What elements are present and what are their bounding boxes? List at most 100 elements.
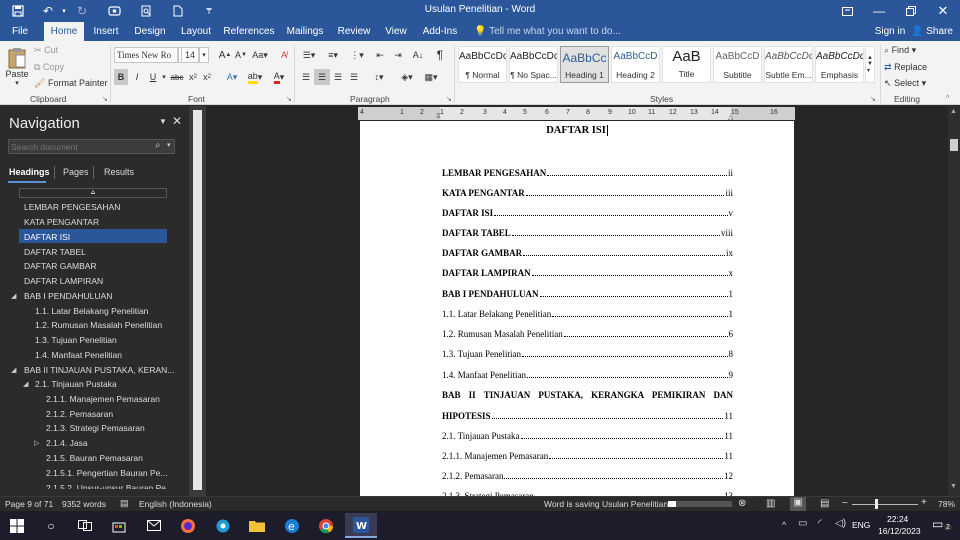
nav-search-input[interactable] <box>11 141 151 152</box>
tab-view[interactable]: View <box>380 22 412 41</box>
toc-entry[interactable]: HIPOTESIS 11 <box>442 411 733 421</box>
tell-me-box[interactable]: 💡 Tell me what you want to do... <box>472 22 622 41</box>
customize-qat-icon[interactable]: ₸ <box>202 0 216 22</box>
underline-button[interactable]: U <box>146 69 160 85</box>
save-icon[interactable] <box>8 0 28 22</box>
toc-entry[interactable]: 1.1. Latar Belakang Penelitian 1 <box>442 309 733 319</box>
store-icon[interactable] <box>108 515 130 536</box>
style-heading-2[interactable]: AaBbCcD Heading 2 <box>611 46 660 83</box>
nav-close-icon[interactable]: ✕ <box>172 114 182 128</box>
scrollbar-thumb[interactable] <box>950 139 958 151</box>
nav-heading-item[interactable]: 1.2. Rumusan Masalah Penelitian <box>35 320 162 330</box>
toc-entry[interactable]: BAB I PENDAHULUAN 1 <box>442 289 733 299</box>
undo-icon[interactable]: ↶ <box>38 0 58 22</box>
toc-entry[interactable]: DAFTAR TABEL viii <box>442 228 733 238</box>
nav-heading-item[interactable]: BAB I PENDAHULUAN <box>24 291 112 301</box>
nav-heading-item[interactable]: 2.1.3. Strategi Pemasaran <box>46 423 145 433</box>
proofing-icon[interactable]: ▤ <box>120 498 129 509</box>
toc-entry[interactable]: 2.1.1. Manajemen Pemasaran 11 <box>442 451 733 461</box>
align-center-icon[interactable]: ☰ <box>314 69 330 85</box>
tab-home[interactable]: Home <box>44 22 84 41</box>
scroll-down-icon[interactable]: ▼ <box>950 483 957 490</box>
nav-tab-pages[interactable]: Pages <box>63 167 89 177</box>
paste-button[interactable]: Paste ▾ <box>4 45 30 89</box>
nav-tab-results[interactable]: Results <box>104 167 134 177</box>
redo-icon[interactable]: ↻ <box>72 0 92 22</box>
multilevel-list-icon[interactable]: ⋮▾ <box>346 47 368 63</box>
toc-entry[interactable]: DAFTAR ISI v <box>442 208 733 218</box>
nav-heading-item[interactable]: 2.1.5.2. Unsur-unsur Bauran Pe... <box>46 483 173 489</box>
clock-time[interactable]: 22:24 <box>887 514 908 524</box>
superscript-button[interactable]: x2 <box>200 69 214 85</box>
web-layout-icon[interactable]: ▤ <box>820 498 829 509</box>
file-explorer-icon[interactable] <box>246 515 268 536</box>
select-button[interactable]: ↖ Select ▾ <box>884 76 926 90</box>
toc-entry[interactable]: 2.1.2. Pemasaran 12 <box>442 471 733 481</box>
undo-dropdown-icon[interactable]: ▾ <box>58 0 70 22</box>
nav-heading-item[interactable]: 2.1. Tinjauan Pustaka <box>35 379 117 389</box>
notification-icon[interactable]: ▭ <box>932 517 943 531</box>
find-button[interactable]: ⌕ Find ▾ <box>884 43 916 57</box>
nav-heading-item[interactable]: BAB II TINJAUAN PUSTAKA, KERAN... <box>24 365 174 375</box>
nav-heading-item[interactable]: 1.1. Latar Belakang Penelitian <box>35 306 148 316</box>
tab-layout[interactable]: Layout <box>176 22 216 41</box>
copy-button[interactable]: ⧉ Copy <box>34 60 64 74</box>
sign-in-link[interactable]: Sign in <box>870 22 910 41</box>
tab-references[interactable]: References <box>222 22 276 41</box>
replace-button[interactable]: ⇄ Replace <box>884 60 927 74</box>
tab-insert[interactable]: Insert <box>88 22 124 41</box>
paragraph-launcher-icon[interactable]: ↘ <box>446 95 452 103</box>
line-spacing-icon[interactable]: ↕▾ <box>368 69 390 85</box>
underline-dropdown-icon[interactable]: ▾ <box>160 69 168 85</box>
task-view-icon[interactable] <box>74 515 96 536</box>
zoom-out-icon[interactable]: − <box>842 498 848 509</box>
clear-formatting-icon[interactable]: A̸ <box>276 47 292 63</box>
battery-icon[interactable]: ▭ <box>798 518 807 529</box>
search-icon[interactable]: ⌕ <box>155 140 161 151</box>
tab-review[interactable]: Review <box>334 22 374 41</box>
font-color-icon[interactable]: A ▾ <box>268 69 290 85</box>
nav-heading-item[interactable]: DAFTAR GAMBAR <box>24 261 97 271</box>
nav-heading-item[interactable]: KATA PENGANTAR <box>24 217 99 227</box>
search-dropdown-icon[interactable]: ▾ <box>167 141 171 149</box>
tab-design[interactable]: Design <box>130 22 170 41</box>
nav-heading-item[interactable]: 2.1.2. Pemasaran <box>46 409 113 419</box>
subscript-button[interactable]: x2 <box>186 69 200 85</box>
toc-entry[interactable]: 1.3. Tujuan Penelitian 8 <box>442 349 733 359</box>
styles-gallery-scroll[interactable]: ▲ ▼ ▾ <box>865 46 875 83</box>
word-count[interactable]: 9352 words <box>62 499 106 509</box>
borders-icon[interactable]: ▦▾ <box>420 69 442 85</box>
horizontal-ruler[interactable]: 4 1 2 1 2 3 4 5 6 7 8 9 10 11 12 13 14 15 16 ⧖ △ <box>358 107 795 121</box>
paste-dropdown-icon[interactable]: ▾ <box>15 79 19 87</box>
language-indicator[interactable]: English (Indonesia) <box>139 499 212 509</box>
mail-icon[interactable] <box>143 515 165 536</box>
italic-button[interactable]: I <box>130 69 144 85</box>
zoom-slider-track[interactable] <box>852 504 918 505</box>
toc-entry[interactable]: LEMBAR PENGESAHAN ii <box>442 168 733 178</box>
font-name-box[interactable]: Times New Ro <box>114 47 178 63</box>
nav-heading-item-selected[interactable]: DAFTAR ISI <box>24 232 70 242</box>
grow-font-icon[interactable]: A ▲ <box>218 47 232 63</box>
tab-add-ins[interactable]: Add-Ins <box>418 22 462 41</box>
font-size-box[interactable]: 14 <box>181 47 199 63</box>
nav-heading-item[interactable]: 2.1.5.1. Pengertian Bauran Pe... <box>46 468 167 478</box>
word-app-icon[interactable]: W <box>345 513 377 538</box>
nav-heading-item[interactable]: LEMBAR PENGESAHAN <box>24 202 120 212</box>
expand-triangle-icon[interactable]: ▷ <box>34 439 39 447</box>
page-count[interactable]: Page 9 of 71 <box>5 499 53 509</box>
nav-heading-item[interactable]: 1.3. Tujuan Penelitian <box>35 335 117 345</box>
nav-scroll-up-icon[interactable]: ⩠ <box>19 188 167 198</box>
firefox-icon[interactable] <box>177 515 199 536</box>
settings-gear-icon[interactable] <box>212 515 234 536</box>
document-page[interactable]: DAFTAR ISI LEMBAR PENGESAHAN ii KATA PENGA… <box>360 121 794 501</box>
sort-icon[interactable]: A↓ <box>410 47 426 63</box>
chrome-icon[interactable] <box>315 515 337 536</box>
nav-heading-item[interactable]: 2.1.4. Jasa <box>46 438 88 448</box>
read-mode-icon[interactable]: ▥ <box>766 498 775 509</box>
align-right-icon[interactable]: ☰ <box>330 69 346 85</box>
justify-icon[interactable]: ☰ <box>346 69 362 85</box>
styles-launcher-icon[interactable]: ↘ <box>870 95 876 103</box>
print-preview-icon[interactable] <box>136 0 156 22</box>
text-effects-icon[interactable]: A▾ <box>222 69 242 85</box>
zoom-slider-thumb[interactable] <box>875 499 878 509</box>
